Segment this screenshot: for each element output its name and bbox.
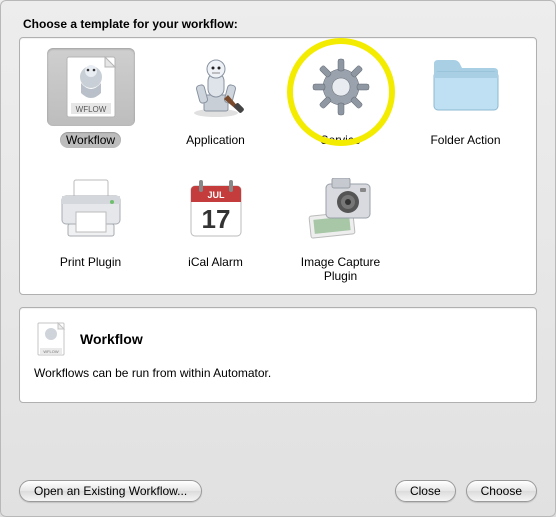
close-button[interactable]: Close [395,480,456,502]
folder-icon [422,48,510,126]
workflow-mini-icon: WFLOW [34,322,68,356]
template-item-image-capture-plugin[interactable]: Image Capture Plugin [278,170,403,284]
choose-button[interactable]: Choose [466,480,537,502]
svg-text:17: 17 [201,204,230,234]
calendar-icon: JUL 17 [172,170,260,248]
info-title: Workflow [80,331,143,347]
svg-text:WFLOW: WFLOW [75,105,106,114]
svg-text:WFLOW: WFLOW [43,349,59,354]
info-description: Workflows can be run from within Automat… [34,366,522,380]
template-item-service[interactable]: Service [278,48,403,148]
info-panel: WFLOW Workflow Workflows can be run from… [19,307,537,403]
template-label: iCal Alarm [182,254,249,270]
workflow-icon: WFLOW [47,48,135,126]
template-item-application[interactable]: Application [153,48,278,148]
application-icon [172,48,260,126]
template-label: Folder Action [424,132,506,148]
template-label: Workflow [60,132,121,148]
service-icon [297,48,385,126]
template-grid-panel: WFLOW Workflow [19,37,537,295]
template-item-print-plugin[interactable]: Print Plugin [28,170,153,284]
svg-text:JUL: JUL [207,190,225,200]
template-label: Application [180,132,251,148]
template-label: Image Capture Plugin [280,254,402,284]
template-item-workflow[interactable]: WFLOW Workflow [28,48,153,148]
open-existing-button[interactable]: Open an Existing Workflow... [19,480,202,502]
template-chooser-dialog: Choose a template for your workflow: WFL [0,0,556,517]
camera-icon [297,170,385,248]
dialog-header: Choose a template for your workflow: [23,17,537,31]
dialog-footer: Open an Existing Workflow... Close Choos… [19,466,537,502]
printer-icon [47,170,135,248]
template-label: Print Plugin [54,254,127,270]
template-item-folder-action[interactable]: Folder Action [403,48,528,148]
template-label: Service [314,132,366,148]
template-item-ical-alarm[interactable]: JUL 17 iCal Alarm [153,170,278,284]
